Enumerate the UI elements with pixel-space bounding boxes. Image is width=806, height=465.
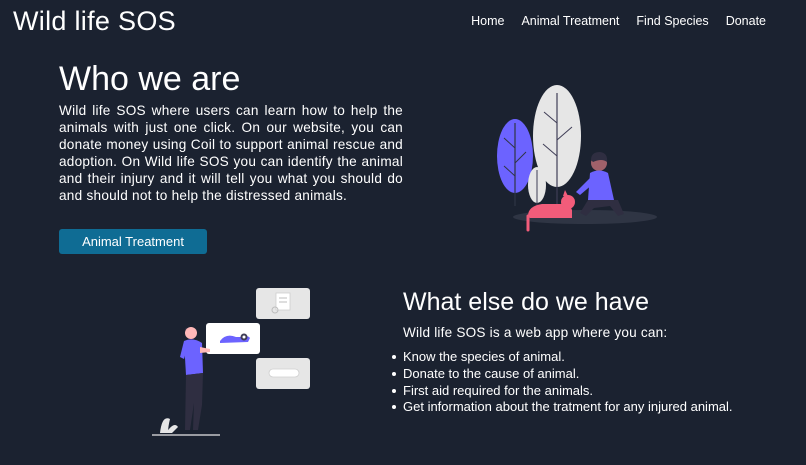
who-we-are-title: Who we are bbox=[59, 60, 241, 98]
who-we-are-text: Wild life SOS where users can learn how … bbox=[59, 103, 403, 203]
main-nav: Home Animal Treatment Find Species Donat… bbox=[471, 13, 766, 29]
person-with-cat-illustration bbox=[497, 85, 657, 232]
list-item: First aid required for the animals. bbox=[392, 383, 753, 400]
person-sitting-icon bbox=[576, 152, 624, 216]
person-standing-icon bbox=[180, 327, 210, 430]
list-item: Donate to the cause of animal. bbox=[392, 366, 753, 383]
page: Wild life SOS Home Animal Treatment Find… bbox=[0, 0, 806, 465]
person-with-cards-illustration bbox=[152, 288, 310, 436]
nav-donate[interactable]: Donate bbox=[726, 13, 766, 29]
document-card-icon bbox=[256, 288, 310, 319]
brand-logo[interactable]: Wild life SOS bbox=[13, 4, 176, 38]
feature-list: Know the species of animal. Donate to th… bbox=[392, 349, 753, 416]
animal-card-icon bbox=[206, 323, 260, 354]
plant-icon bbox=[160, 418, 178, 433]
animal-treatment-button[interactable]: Animal Treatment bbox=[59, 229, 207, 254]
nav-find-species[interactable]: Find Species bbox=[636, 13, 708, 29]
purple-tree-icon bbox=[497, 119, 533, 206]
list-item: Know the species of animal. bbox=[392, 349, 753, 366]
message-card-icon bbox=[256, 358, 310, 389]
list-item: Get information about the tratment for a… bbox=[392, 399, 753, 416]
small-tree-icon bbox=[528, 167, 546, 206]
what-else-intro: Wild life SOS is a web app where you can… bbox=[403, 325, 668, 340]
nav-animal-treatment[interactable]: Animal Treatment bbox=[521, 13, 619, 29]
nav-home[interactable]: Home bbox=[471, 13, 504, 29]
what-else-title: What else do we have bbox=[403, 288, 649, 316]
